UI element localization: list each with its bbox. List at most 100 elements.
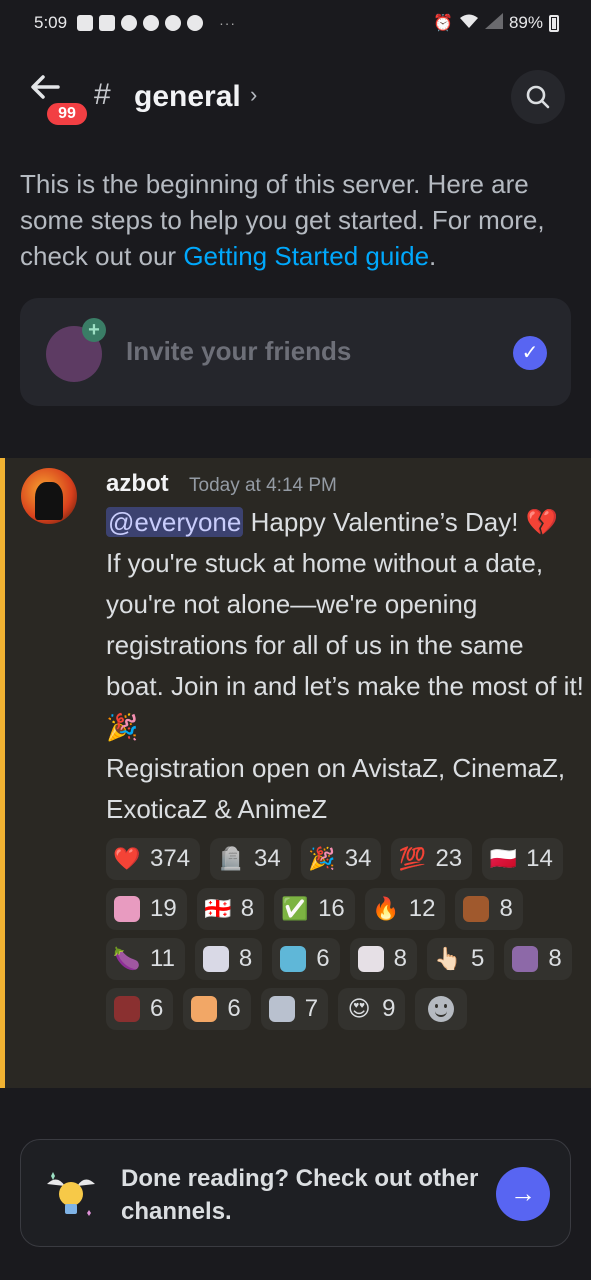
reaction-emoji[interactable]: 🔥 12 [364,888,446,930]
invite-friends-label: Invite your friends [126,336,352,366]
reaction-custom-anime-white[interactable]: 8 [194,938,263,980]
search-icon [526,85,550,109]
reaction-emoji: 😍 [347,996,371,1021]
reaction-count: 6 [227,995,241,1022]
signal-icon [484,12,503,34]
browse-channels-button[interactable]: → [496,1167,550,1221]
reaction-count: 16 [318,895,345,922]
done-reading-card[interactable]: Done reading? Check out other channels. … [20,1139,571,1247]
battery-icon [549,14,559,32]
reaction-custom-blue-cat[interactable]: 6 [272,938,340,980]
facebook-icon [165,15,182,31]
getting-started-link[interactable]: Getting Started guide [183,241,429,271]
reaction-count: 8 [238,945,253,972]
battery-percent: 89% [508,13,543,32]
reaction-count: 8 [240,895,255,922]
custom-anime-brown-emoji [463,896,490,922]
custom-fox-emoji [191,996,218,1022]
facebook-icon [143,15,160,31]
reaction-count: 19 [150,895,177,922]
reaction-custom-anime-pink[interactable]: 19 [106,888,187,930]
reaction-emoji[interactable]: 🇬🇪 8 [196,888,265,930]
reaction-count: 8 [393,945,407,972]
back-arrow-icon [31,75,60,99]
reaction-count: 5 [471,945,485,972]
chevron-right-icon[interactable]: › [250,82,257,108]
search-button[interactable] [511,70,565,124]
reaction-count: 9 [382,995,396,1022]
invite-friends-card[interactable]: + Invite your friends ✓ [20,298,571,406]
reaction-emoji[interactable]: 💯 23 [391,838,473,880]
status-time: 5:09 [34,13,68,32]
reaction-custom-anime-purple[interactable]: 8 [504,938,572,980]
checkmark-icon: ✓ [513,336,547,370]
avatar-silhouette [35,482,63,520]
hash-icon: # [94,78,111,111]
avatar[interactable] [21,468,77,524]
alarm-icon: ⏰ [433,15,453,32]
reaction-emoji[interactable]: 🎉 34 [300,838,382,880]
message-author[interactable]: azbot [106,470,169,498]
status-bar: 5:09 ··· ⏰ 89% [0,0,591,46]
done-reading-text: Done reading? Check out other channels. [121,1165,479,1225]
reaction-custom-anime-brown[interactable]: 8 [455,888,523,930]
message-body: If you're stuck at home without a date, … [106,548,584,742]
reaction-emoji[interactable]: ❤️ 374 [106,838,201,880]
server-intro-text: This is the beginning of this server. He… [20,166,570,274]
reaction-custom-anime-cry[interactable]: 8 [349,938,417,980]
message[interactable]: azbot Today at 4:14 PM @everyone Happy V… [0,458,591,1088]
reaction-count: 8 [548,945,562,972]
reaction-emoji: 💯 [398,846,427,871]
reaction-count: 8 [499,895,513,922]
reaction-count: 11 [150,945,175,972]
reaction-emoji[interactable]: 🪦 34 [210,838,291,880]
channel-title[interactable]: general [134,80,241,114]
reaction-count: 374 [150,845,191,872]
reaction-custom-anime-red[interactable]: 6 [106,988,174,1030]
reaction-count: 34 [344,845,372,872]
custom-anime-cry-emoji [357,946,384,972]
reaction-emoji: 🪦 [217,846,245,871]
reaction-emoji[interactable]: 🇵🇱 14 [482,838,563,880]
reactions-list: ❤️ 374 🪦 34 🎉 34 💯 23 🇵🇱 14 19 🇬🇪 8 ✅ 16 🔥 12 8 🍆 11 8 6 8 👆🏻 5 8… [106,838,586,1030]
reaction-custom-anime-grey[interactable]: 7 [260,988,329,1030]
notification-icons [77,15,204,31]
custom-anime-grey-emoji [268,996,295,1022]
reaction-emoji[interactable]: ✅ 16 [274,888,355,930]
reaction-count: 7 [304,995,319,1022]
reaction-count: 34 [254,845,281,872]
reaction-emoji: 🇵🇱 [489,846,517,871]
custom-anime-pink-emoji [114,896,140,922]
more-notifications-icon: ··· [219,15,237,31]
message-registration: Registration open on AvistaZ, CinemaZ, E… [106,753,566,824]
custom-anime-purple-emoji [512,946,539,972]
reaction-emoji: 👆🏻 [434,946,462,971]
everyone-mention[interactable]: @everyone [106,507,244,537]
message-line-1: Happy Valentine’s Day! 💔 [243,507,559,537]
channel-header: 99 # general › [0,58,591,138]
reaction-emoji: 🇬🇪 [204,896,232,921]
message-content: @everyone Happy Valentine’s Day! 💔 If yo… [106,502,586,830]
facebook-icon [187,15,204,31]
app-notification-icon [99,15,116,31]
reaction-emoji: ❤️ [113,846,141,871]
reaction-custom-fox[interactable]: 6 [183,988,251,1030]
custom-blue-cat-emoji [280,946,307,972]
reaction-emoji[interactable]: 🍆 11 [106,938,185,980]
add-reaction-button[interactable] [415,988,468,1030]
reaction-count: 6 [150,995,164,1022]
reaction-emoji[interactable]: 👆🏻 5 [427,938,495,980]
arrow-right-icon: → [510,1178,536,1208]
smiley-icon [428,996,455,1022]
reaction-emoji[interactable]: 😍 9 [338,988,406,1030]
lightbulb-wings-icon [47,1172,95,1216]
reaction-count: 6 [316,945,330,972]
custom-anime-red-emoji [114,996,140,1022]
plus-icon: + [82,318,106,342]
reaction-count: 14 [526,845,553,872]
unread-badge: 99 [44,100,90,128]
reaction-emoji: ✅ [281,896,309,921]
app-notification-icon [121,15,138,31]
reaction-emoji: 🔥 [372,896,400,921]
message-timestamp: Today at 4:14 PM [189,475,337,496]
